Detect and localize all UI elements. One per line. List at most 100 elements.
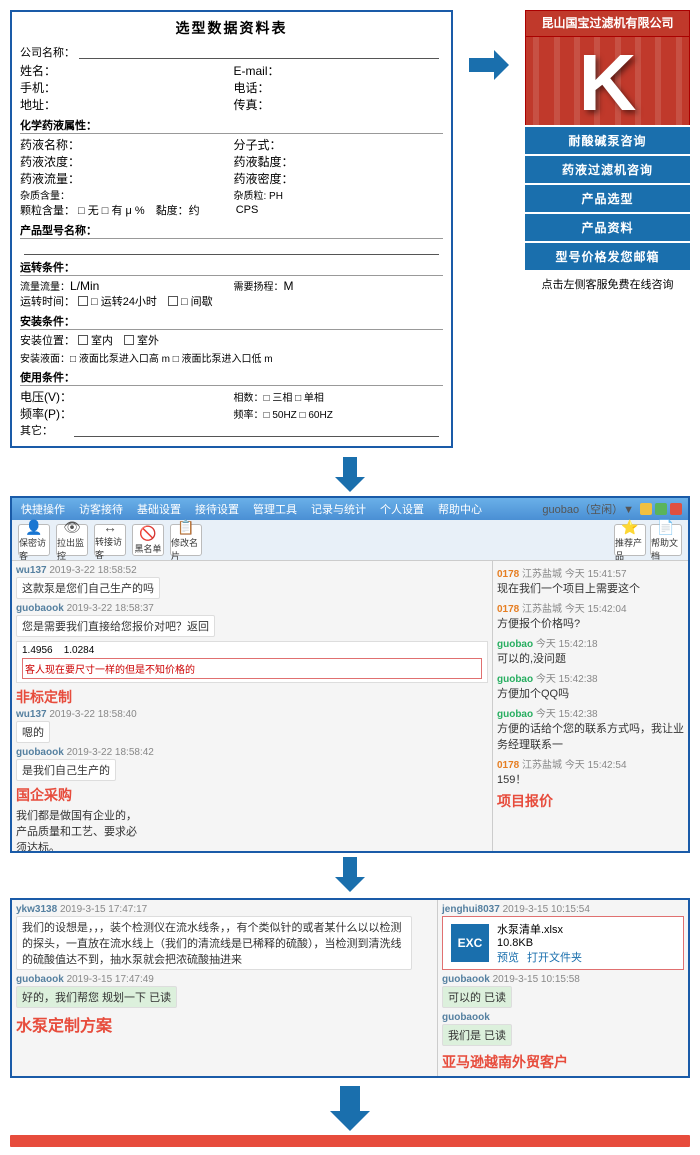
flowrate-range-row: 流量流量： L/Min 需要扬程： M bbox=[20, 278, 443, 293]
msg-list-left[interactable]: wu137 2019-3-22 18:58:52 这款泵是您们自己生产的吗 gu… bbox=[12, 561, 492, 851]
menu-btn-2[interactable]: 产品选型 bbox=[525, 185, 690, 212]
contact-email-row: 姓名： E-mail： bbox=[20, 62, 443, 79]
menu-reception[interactable]: 接待设置 bbox=[192, 500, 242, 518]
company-field[interactable] bbox=[79, 45, 439, 59]
non-standard-label: 非标定制 bbox=[16, 687, 488, 707]
msg-meta-0: wu137 2019-3-22 18:58:52 bbox=[16, 565, 488, 576]
menu-btn-1[interactable]: 药液过滤机咨询 bbox=[525, 156, 690, 183]
fax-half: 传真： bbox=[234, 96, 444, 113]
right-time-4: 今天 15:42:38 bbox=[536, 709, 598, 720]
addr-label: 地址： bbox=[20, 96, 56, 113]
cont24-checkbox[interactable] bbox=[78, 296, 88, 306]
drugname-half: 药液名称： bbox=[20, 136, 230, 153]
right-region-5: 江苏盐城 bbox=[522, 760, 562, 771]
product-name-field[interactable] bbox=[24, 241, 439, 255]
install-location-row: 安装位置： 室内 室外 bbox=[20, 332, 443, 348]
msg-list-right[interactable]: 0178 江苏盐城 今天 15:41:57 现在我们一个项目上需要这个 0178… bbox=[493, 561, 688, 851]
card-icon: 📋 bbox=[177, 519, 194, 536]
menu-visit[interactable]: 访客接待 bbox=[76, 500, 126, 518]
menu-btn-0[interactable]: 耐酸碱泵咨询 bbox=[525, 127, 690, 154]
other-field[interactable] bbox=[74, 423, 439, 437]
toolbar-btn-card[interactable]: 📋 修改名片 bbox=[170, 524, 202, 556]
menu-manage[interactable]: 管理工具 bbox=[250, 500, 300, 518]
email-label: E-mail： bbox=[234, 62, 280, 79]
impurity-half: 杂质含量： bbox=[20, 187, 230, 202]
voltage-phase-row: 电压(V)： 相数：□ 三相 □ 单相 bbox=[20, 388, 443, 405]
menu-record[interactable]: 记录与统计 bbox=[308, 500, 369, 518]
right-bubble-5: 159！ bbox=[497, 771, 684, 787]
chat-section: 快捷操作 访客接待 基础设置 接待设置 管理工具 记录与统计 个人设置 帮助中心… bbox=[10, 496, 690, 853]
right-region-1: 江苏盐城 bbox=[522, 604, 562, 615]
right-region-0: 江苏盐城 bbox=[522, 569, 562, 580]
right-bubble-3: 方便加个QQ吗 bbox=[497, 685, 684, 701]
toolbar-btn-monitor[interactable]: 👁 拉出监控 bbox=[56, 524, 88, 556]
hz-half: 频率：□ 50HZ □ 60HZ bbox=[234, 405, 444, 422]
bottom-time-1: 2019-3-15 17:47:49 bbox=[67, 974, 154, 985]
menu-basic[interactable]: 基础设置 bbox=[134, 500, 184, 518]
flow-half: 药液流量： bbox=[20, 170, 230, 187]
bottom-right-name-1: guobaook bbox=[442, 974, 490, 985]
bottom-right-msg-0: jenghui8037 2019-3-15 10:15:54 EXC 水泵清单.… bbox=[442, 904, 684, 970]
company-label: 公司名称： bbox=[20, 44, 75, 60]
lmin-label: L/Min bbox=[70, 279, 99, 293]
msg-item-2: wu137 2019-3-22 18:58:40 嗯的 bbox=[16, 709, 488, 743]
file-box: EXC 水泵清单.xlsx 10.8KB 预览 打开文件夹 bbox=[442, 916, 684, 970]
toolbar-btn-privacy[interactable]: 👤 保密访客 bbox=[18, 524, 50, 556]
right-msg-2: guobao 今天 15:42:18 可以的,没问题 bbox=[497, 635, 684, 666]
right-name-2: guobao bbox=[497, 639, 533, 650]
right-name-5: 0178 bbox=[497, 760, 519, 771]
intermit-checkbox[interactable] bbox=[168, 296, 178, 306]
install-section: 安装条件： bbox=[20, 313, 443, 330]
bottom-left-panel: ykw3138 2019-3-15 17:47:17 我们的设想是，，，装个检测… bbox=[12, 900, 438, 1076]
ph-label: 杂质粒: PH bbox=[234, 187, 283, 202]
right-bubble-0: 现在我们一个项目上需要这个 bbox=[497, 580, 684, 596]
particle-row: 颗粒含量： □ 无 □ 有 μ % 黏度：约 CPS bbox=[20, 202, 443, 218]
right-time-1: 今天 15:42:04 bbox=[565, 604, 627, 615]
toolbar-btn-doc[interactable]: 📄 帮助文档 bbox=[650, 524, 682, 556]
power-half: 频率(P)： bbox=[20, 405, 230, 422]
right-msg-3: guobao 今天 15:42:38 方便加个QQ吗 bbox=[497, 670, 684, 701]
bottom-chat-body: ykw3138 2019-3-15 17:47:17 我们的设想是，，，装个检测… bbox=[12, 900, 688, 1076]
state-purchase-label: 国企采购 bbox=[16, 785, 488, 805]
menu-btn-4[interactable]: 型号价格发您邮箱 bbox=[525, 243, 690, 270]
transfer-icon: ↔ bbox=[103, 519, 117, 535]
bottom-right-bubble-2: 我们是 已读 bbox=[442, 1024, 512, 1046]
menu-btn-3[interactable]: 产品资料 bbox=[525, 214, 690, 241]
msg-item-0: wu137 2019-3-22 18:58:52 这款泵是您们自己生产的吗 bbox=[16, 565, 488, 599]
conc-half: 药液浓度： bbox=[20, 153, 230, 170]
toolbar-btn-transfer[interactable]: ↔ 转接访客 bbox=[94, 524, 126, 556]
company-row: 公司名称： bbox=[20, 44, 443, 60]
indoor-checkbox[interactable] bbox=[78, 335, 88, 345]
msg-time-0: 2019-3-22 18:58:52 bbox=[49, 565, 136, 576]
density-half: 药液密度： bbox=[234, 170, 444, 187]
user-info: guobao（空闲）▼ bbox=[542, 501, 634, 517]
toolbar-btn-blacklist[interactable]: 🚫 黑名单 bbox=[132, 524, 164, 556]
file-preview-btn[interactable]: 预览 bbox=[497, 949, 519, 965]
menu-quick[interactable]: 快捷操作 bbox=[18, 500, 68, 518]
toolbar-btn-recommend[interactable]: ⭐ 推荐产品 bbox=[614, 524, 646, 556]
menu-help[interactable]: 帮助中心 bbox=[435, 500, 485, 518]
chat-menu: 快捷操作 访客接待 基础设置 接待设置 管理工具 记录与统计 个人设置 帮助中心 bbox=[18, 500, 485, 518]
outdoor-checkbox[interactable] bbox=[124, 335, 134, 345]
msg-time-2: 2019-3-22 18:58:40 bbox=[49, 709, 136, 720]
right-arrow-icon bbox=[469, 50, 509, 80]
menu-personal[interactable]: 个人设置 bbox=[377, 500, 427, 518]
company-header: 昆山国宝过滤机有限公司 bbox=[525, 10, 690, 37]
msg-item-1: guobaook 2019-3-22 18:58:37 您是需要我们直接给您报价… bbox=[16, 603, 488, 637]
form-title: 选型数据资料表 bbox=[20, 18, 443, 38]
bottom-right-meta-1: guobaook 2019-3-15 10:15:58 bbox=[442, 974, 684, 985]
cps-label: CPS bbox=[236, 204, 259, 216]
msg-bubble-3: 是我们自己生产的 bbox=[16, 759, 116, 781]
bottom-right-panel: jenghui8037 2019-3-15 10:15:54 EXC 水泵清单.… bbox=[438, 900, 688, 1076]
hz-label: 频率：□ 50HZ □ 60HZ bbox=[234, 406, 333, 421]
msg-time-1: 2019-3-22 18:58:37 bbox=[67, 603, 154, 614]
price-highlight: 客人现在要尺寸一样的但是不知价格的 bbox=[22, 658, 482, 679]
minimize-btn[interactable] bbox=[640, 503, 652, 515]
file-actions: 预览 打开文件夹 bbox=[497, 949, 582, 965]
file-info: 水泵清单.xlsx 10.8KB 预览 打开文件夹 bbox=[497, 921, 582, 965]
file-open-btn[interactable]: 打开文件夹 bbox=[527, 949, 582, 965]
maximize-btn[interactable] bbox=[655, 503, 667, 515]
close-btn[interactable] bbox=[670, 503, 682, 515]
particle-options: □ 无 □ 有 μ % bbox=[78, 202, 145, 218]
privacy-icon: 👤 bbox=[25, 519, 42, 536]
